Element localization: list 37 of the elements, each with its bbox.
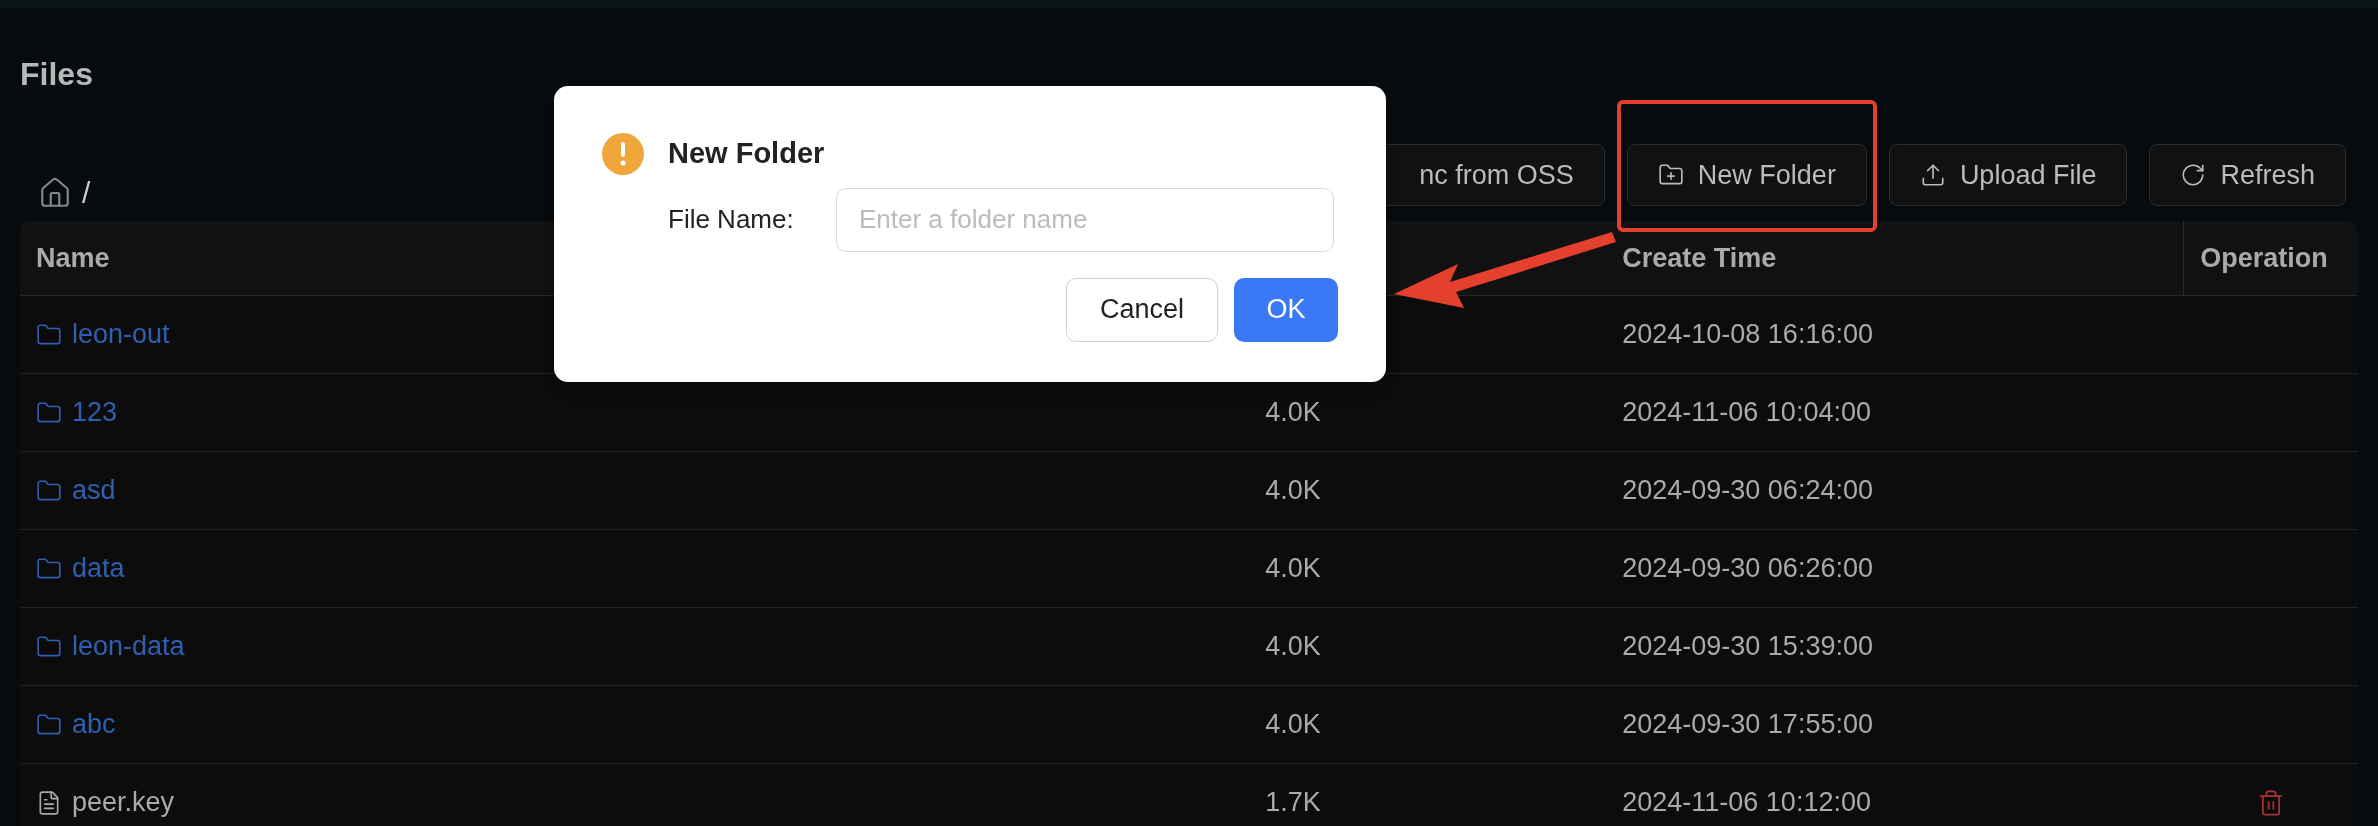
ok-button[interactable]: OK xyxy=(1234,277,1338,342)
home-icon[interactable] xyxy=(38,175,72,210)
refresh-icon xyxy=(2180,162,2207,188)
field-label: File Name: xyxy=(668,203,795,236)
folder-link[interactable]: leon-data xyxy=(72,626,185,667)
toolbar-button[interactable]: Refresh xyxy=(2149,144,2346,206)
cancel-button[interactable]: Cancel xyxy=(1066,277,1218,342)
toolbar-button[interactable]: New Folder xyxy=(1626,144,1867,206)
time-cell: 2024-09-30 17:55:00 xyxy=(1622,709,1873,740)
folder-link[interactable]: leon-out xyxy=(72,314,170,355)
size-cell: 4.0K xyxy=(1265,553,1321,584)
folder-link[interactable]: 123 xyxy=(72,392,118,433)
column-header: Name xyxy=(36,241,110,275)
time-cell: 2024-11-06 10:04:00 xyxy=(1622,397,1871,428)
toolbar-button[interactable]: Upload File xyxy=(1888,144,2128,206)
upload-icon xyxy=(1919,162,1946,188)
page-title: Files xyxy=(20,58,93,90)
size-cell: 4.0K xyxy=(1265,709,1321,740)
size-cell: 4.0K xyxy=(1265,475,1321,506)
folder-link[interactable]: asd xyxy=(72,470,116,511)
time-cell: 2024-09-30 06:26:00 xyxy=(1622,553,1873,584)
size-cell: 4.0K xyxy=(1265,397,1321,428)
time-cell: 2024-11-06 10:12:00 xyxy=(1622,787,1871,818)
breadcrumb-path[interactable]: / xyxy=(82,170,91,215)
column-header: Operation xyxy=(2200,241,2328,275)
time-cell: 2024-10-08 16:16:00 xyxy=(1622,319,1873,350)
file-name: peer.key xyxy=(72,786,175,820)
folder-link[interactable]: abc xyxy=(72,704,116,745)
size-cell: 4.0K xyxy=(1265,631,1321,662)
dialog-title: New Folder xyxy=(668,136,825,171)
time-cell: 2024-09-30 06:24:00 xyxy=(1622,475,1873,506)
folder-link[interactable]: data xyxy=(72,548,125,589)
size-cell: 1.7K xyxy=(1265,787,1321,818)
column-header: Create Time xyxy=(1622,241,1777,275)
warning-icon xyxy=(602,132,644,175)
time-cell: 2024-09-30 15:39:00 xyxy=(1622,631,1873,662)
folder-name-input[interactable]: Enter a folder name xyxy=(836,187,1334,252)
